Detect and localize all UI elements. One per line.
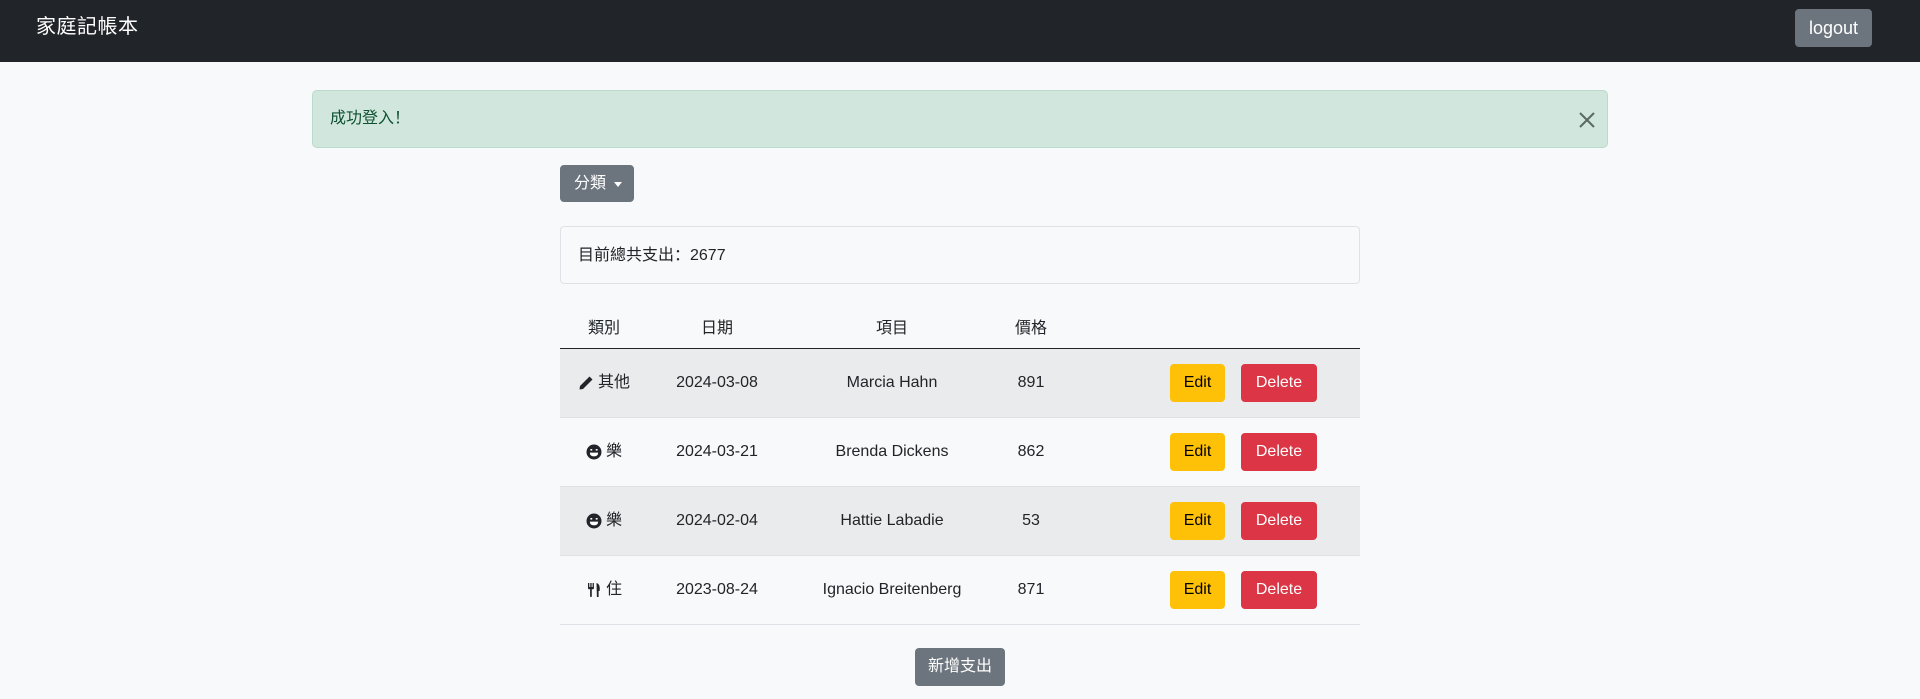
category-cell: 其他 xyxy=(578,372,630,394)
date-cell: 2024-03-08 xyxy=(676,374,758,391)
item-cell: Brenda Dickens xyxy=(835,443,949,460)
delete-button[interactable]: Delete xyxy=(1241,433,1317,471)
category-label: 樂 xyxy=(605,443,623,460)
app-brand[interactable]: 家庭記帳本 xyxy=(36,13,139,41)
category-cell: 住 xyxy=(586,579,622,601)
category-dropdown-label: 分類 xyxy=(574,175,607,192)
date-cell: 2024-02-04 xyxy=(676,512,758,529)
edit-button[interactable]: Edit xyxy=(1170,571,1225,609)
edit-button[interactable]: Edit xyxy=(1170,364,1225,402)
price-cell: 891 xyxy=(1017,374,1045,391)
header-category: 類別 xyxy=(587,320,621,337)
price-cell: 53 xyxy=(1022,512,1040,529)
category-label: 住 xyxy=(605,581,623,598)
price-cell: 871 xyxy=(1017,581,1045,598)
item-cell: Marcia Hahn xyxy=(846,374,938,391)
item-cell: Hattie Labadie xyxy=(840,512,944,529)
header-item: 項目 xyxy=(875,320,909,337)
delete-button[interactable]: Delete xyxy=(1241,502,1317,540)
success-alert: 成功登入！ xyxy=(312,90,1608,148)
expense-table: 類別 日期 項目 價格 其他 2024-03-08 Marcia Hahn 89… xyxy=(560,310,1360,625)
grin-face-icon xyxy=(586,513,602,529)
edit-button[interactable]: Edit xyxy=(1170,502,1225,540)
date-cell: 2023-08-24 xyxy=(676,581,758,598)
table-row: 樂 2024-03-21 Brenda Dickens 862 Edit Del… xyxy=(560,418,1360,487)
header-date: 日期 xyxy=(700,320,734,337)
delete-button[interactable]: Delete xyxy=(1241,571,1317,609)
grin-face-icon xyxy=(586,444,602,460)
category-cell: 樂 xyxy=(586,441,622,463)
price-cell: 862 xyxy=(1017,443,1045,460)
header-price: 價格 xyxy=(1014,320,1048,337)
alert-message: 成功登入！ xyxy=(330,110,411,127)
category-label: 樂 xyxy=(605,512,623,529)
table-row: 樂 2024-02-04 Hattie Labadie 53 Edit Dele… xyxy=(560,487,1360,556)
pen-icon xyxy=(578,375,594,391)
table-row: 其他 2024-03-08 Marcia Hahn 891 Edit Delet… xyxy=(560,349,1360,418)
item-cell: Ignacio Breitenberg xyxy=(822,581,962,598)
navbar: 家庭記帳本 logout xyxy=(0,0,1920,62)
add-expense-button[interactable]: 新增支出 xyxy=(915,648,1005,686)
category-cell: 樂 xyxy=(586,510,622,532)
delete-button[interactable]: Delete xyxy=(1241,364,1317,402)
category-label: 其他 xyxy=(597,374,631,391)
total-expense-card: 目前總共支出：2677 xyxy=(560,226,1360,284)
category-dropdown-button[interactable]: 分類 xyxy=(560,165,634,202)
utensils-icon xyxy=(586,582,602,598)
total-expense-text: 目前總共支出：2677 xyxy=(578,247,726,264)
date-cell: 2024-03-21 xyxy=(676,443,758,460)
logout-button[interactable]: logout xyxy=(1795,9,1872,47)
edit-button[interactable]: Edit xyxy=(1170,433,1225,471)
table-header: 類別 日期 項目 價格 xyxy=(560,310,1360,349)
table-row: 住 2023-08-24 Ignacio Breitenberg 871 Edi… xyxy=(560,556,1360,625)
caret-down-icon xyxy=(614,182,622,187)
close-icon[interactable] xyxy=(1575,108,1599,132)
